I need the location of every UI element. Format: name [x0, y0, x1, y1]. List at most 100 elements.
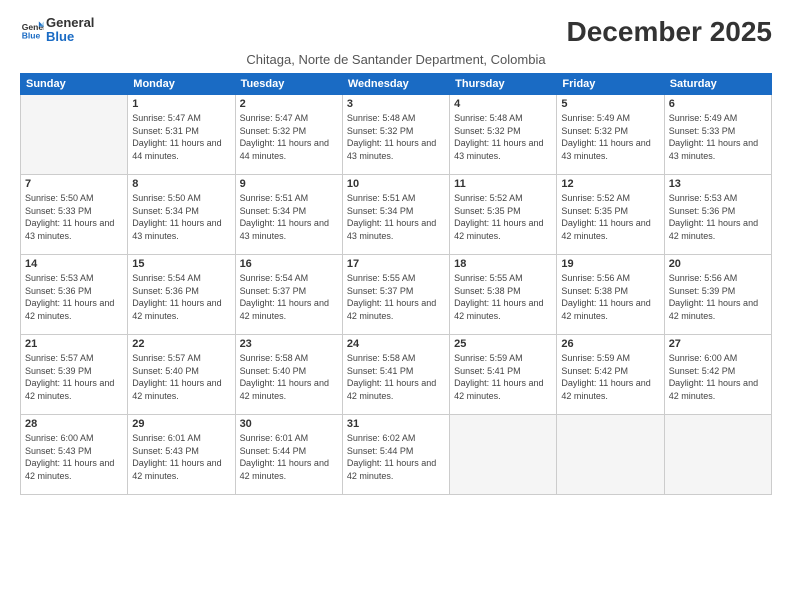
svg-text:Blue: Blue	[22, 31, 41, 41]
calendar-cell: 8 Sunrise: 5:50 AMSunset: 5:34 PMDaylight…	[128, 175, 235, 255]
day-number: 3	[347, 98, 445, 110]
day-number: 11	[454, 178, 552, 190]
calendar-cell: 28 Sunrise: 6:00 AMSunset: 5:43 PMDayligh…	[21, 415, 128, 495]
calendar-cell: 11 Sunrise: 5:52 AMSunset: 5:35 PMDayligh…	[450, 175, 557, 255]
calendar-header-row: Sunday Monday Tuesday Wednesday Thursday…	[21, 74, 772, 95]
day-info: Sunrise: 5:49 AMSunset: 5:33 PMDaylight:…	[669, 112, 767, 162]
calendar-cell: 23 Sunrise: 5:58 AMSunset: 5:40 PMDayligh…	[235, 335, 342, 415]
header: General Blue General Blue December 2025	[20, 16, 772, 48]
day-info: Sunrise: 5:50 AMSunset: 5:34 PMDaylight:…	[132, 192, 230, 242]
calendar-cell: 29 Sunrise: 6:01 AMSunset: 5:43 PMDayligh…	[128, 415, 235, 495]
calendar-cell: 27 Sunrise: 6:00 AMSunset: 5:42 PMDayligh…	[664, 335, 771, 415]
calendar-cell: 6 Sunrise: 5:49 AMSunset: 5:33 PMDaylight…	[664, 95, 771, 175]
calendar-cell: 25Sunrise: 5:59 AMSunset: 5:41 PMDayligh…	[450, 335, 557, 415]
day-info: Sunrise: 5:47 AMSunset: 5:32 PMDaylight:…	[240, 112, 338, 162]
calendar-cell: 15Sunrise: 5:54 AMSunset: 5:36 PMDayligh…	[128, 255, 235, 335]
day-number: 23	[240, 338, 338, 350]
calendar-cell	[664, 415, 771, 495]
day-info: Sunrise: 5:55 AMSunset: 5:38 PMDaylight:…	[454, 272, 552, 322]
month-title: December 2025	[567, 16, 772, 48]
day-number: 6	[669, 98, 767, 110]
day-info: Sunrise: 5:58 AMSunset: 5:41 PMDaylight:…	[347, 352, 445, 402]
title-block: December 2025	[567, 16, 772, 48]
col-thursday: Thursday	[450, 74, 557, 95]
calendar-cell	[450, 415, 557, 495]
calendar-cell: 10Sunrise: 5:51 AMSunset: 5:34 PMDayligh…	[342, 175, 449, 255]
calendar-week-row: 21 Sunrise: 5:57 AMSunset: 5:39 PMDayligh…	[21, 335, 772, 415]
day-info: Sunrise: 5:53 AMSunset: 5:36 PMDaylight:…	[669, 192, 767, 242]
day-number: 17	[347, 258, 445, 270]
calendar-week-row: 1 Sunrise: 5:47 AMSunset: 5:31 PMDaylight…	[21, 95, 772, 175]
day-number: 21	[25, 338, 123, 350]
day-number: 16	[240, 258, 338, 270]
day-info: Sunrise: 5:56 AMSunset: 5:38 PMDaylight:…	[561, 272, 659, 322]
calendar-cell: 19 Sunrise: 5:56 AMSunset: 5:38 PMDayligh…	[557, 255, 664, 335]
logo-icon: General Blue	[20, 18, 44, 42]
calendar-week-row: 14Sunrise: 5:53 AMSunset: 5:36 PMDayligh…	[21, 255, 772, 335]
page: General Blue General Blue December 2025 …	[0, 0, 792, 612]
day-info: Sunrise: 6:00 AMSunset: 5:42 PMDaylight:…	[669, 352, 767, 402]
day-info: Sunrise: 5:57 AMSunset: 5:39 PMDaylight:…	[25, 352, 123, 402]
day-info: Sunrise: 5:52 AMSunset: 5:35 PMDaylight:…	[561, 192, 659, 242]
col-saturday: Saturday	[664, 74, 771, 95]
day-number: 2	[240, 98, 338, 110]
day-info: Sunrise: 5:51 AMSunset: 5:34 PMDaylight:…	[347, 192, 445, 242]
day-info: Sunrise: 5:48 AMSunset: 5:32 PMDaylight:…	[454, 112, 552, 162]
day-number: 7	[25, 178, 123, 190]
calendar-cell: 1 Sunrise: 5:47 AMSunset: 5:31 PMDaylight…	[128, 95, 235, 175]
day-number: 30	[240, 418, 338, 430]
day-number: 20	[669, 258, 767, 270]
subtitle: Chitaga, Norte de Santander Department, …	[20, 52, 772, 67]
day-number: 28	[25, 418, 123, 430]
day-number: 5	[561, 98, 659, 110]
day-info: Sunrise: 5:49 AMSunset: 5:32 PMDaylight:…	[561, 112, 659, 162]
calendar-cell: 7 Sunrise: 5:50 AMSunset: 5:33 PMDaylight…	[21, 175, 128, 255]
calendar-cell: 24 Sunrise: 5:58 AMSunset: 5:41 PMDayligh…	[342, 335, 449, 415]
day-number: 18	[454, 258, 552, 270]
calendar-cell: 21 Sunrise: 5:57 AMSunset: 5:39 PMDayligh…	[21, 335, 128, 415]
calendar-cell: 22 Sunrise: 5:57 AMSunset: 5:40 PMDayligh…	[128, 335, 235, 415]
day-number: 19	[561, 258, 659, 270]
calendar-cell: 16Sunrise: 5:54 AMSunset: 5:37 PMDayligh…	[235, 255, 342, 335]
day-info: Sunrise: 6:00 AMSunset: 5:43 PMDaylight:…	[25, 432, 123, 482]
calendar-cell: 5 Sunrise: 5:49 AMSunset: 5:32 PMDaylight…	[557, 95, 664, 175]
calendar-cell	[21, 95, 128, 175]
day-info: Sunrise: 5:52 AMSunset: 5:35 PMDaylight:…	[454, 192, 552, 242]
day-number: 8	[132, 178, 230, 190]
day-info: Sunrise: 5:50 AMSunset: 5:33 PMDaylight:…	[25, 192, 123, 242]
day-info: Sunrise: 5:51 AMSunset: 5:34 PMDaylight:…	[240, 192, 338, 242]
day-number: 29	[132, 418, 230, 430]
day-number: 22	[132, 338, 230, 350]
day-number: 31	[347, 418, 445, 430]
logo-blue: Blue	[46, 30, 94, 44]
day-number: 24	[347, 338, 445, 350]
calendar-cell: 20 Sunrise: 5:56 AMSunset: 5:39 PMDayligh…	[664, 255, 771, 335]
day-info: Sunrise: 5:59 AMSunset: 5:41 PMDaylight:…	[454, 352, 552, 402]
calendar-week-row: 7 Sunrise: 5:50 AMSunset: 5:33 PMDaylight…	[21, 175, 772, 255]
calendar-cell	[557, 415, 664, 495]
day-info: Sunrise: 6:02 AMSunset: 5:44 PMDaylight:…	[347, 432, 445, 482]
day-info: Sunrise: 5:56 AMSunset: 5:39 PMDaylight:…	[669, 272, 767, 322]
day-info: Sunrise: 6:01 AMSunset: 5:44 PMDaylight:…	[240, 432, 338, 482]
day-number: 26	[561, 338, 659, 350]
calendar-table: Sunday Monday Tuesday Wednesday Thursday…	[20, 73, 772, 495]
day-info: Sunrise: 5:58 AMSunset: 5:40 PMDaylight:…	[240, 352, 338, 402]
day-info: Sunrise: 5:48 AMSunset: 5:32 PMDaylight:…	[347, 112, 445, 162]
day-info: Sunrise: 5:47 AMSunset: 5:31 PMDaylight:…	[132, 112, 230, 162]
calendar-cell: 4Sunrise: 5:48 AMSunset: 5:32 PMDaylight…	[450, 95, 557, 175]
col-friday: Friday	[557, 74, 664, 95]
calendar-cell: 26Sunrise: 5:59 AMSunset: 5:42 PMDayligh…	[557, 335, 664, 415]
day-info: Sunrise: 5:57 AMSunset: 5:40 PMDaylight:…	[132, 352, 230, 402]
calendar-cell: 13Sunrise: 5:53 AMSunset: 5:36 PMDayligh…	[664, 175, 771, 255]
calendar-cell: 31 Sunrise: 6:02 AMSunset: 5:44 PMDayligh…	[342, 415, 449, 495]
calendar-cell: 18 Sunrise: 5:55 AMSunset: 5:38 PMDayligh…	[450, 255, 557, 335]
day-info: Sunrise: 6:01 AMSunset: 5:43 PMDaylight:…	[132, 432, 230, 482]
day-number: 27	[669, 338, 767, 350]
logo-general: General	[46, 16, 94, 30]
col-tuesday: Tuesday	[235, 74, 342, 95]
logo: General Blue General Blue	[20, 16, 94, 45]
day-info: Sunrise: 5:54 AMSunset: 5:36 PMDaylight:…	[132, 272, 230, 322]
calendar-cell: 14Sunrise: 5:53 AMSunset: 5:36 PMDayligh…	[21, 255, 128, 335]
day-number: 14	[25, 258, 123, 270]
day-number: 1	[132, 98, 230, 110]
